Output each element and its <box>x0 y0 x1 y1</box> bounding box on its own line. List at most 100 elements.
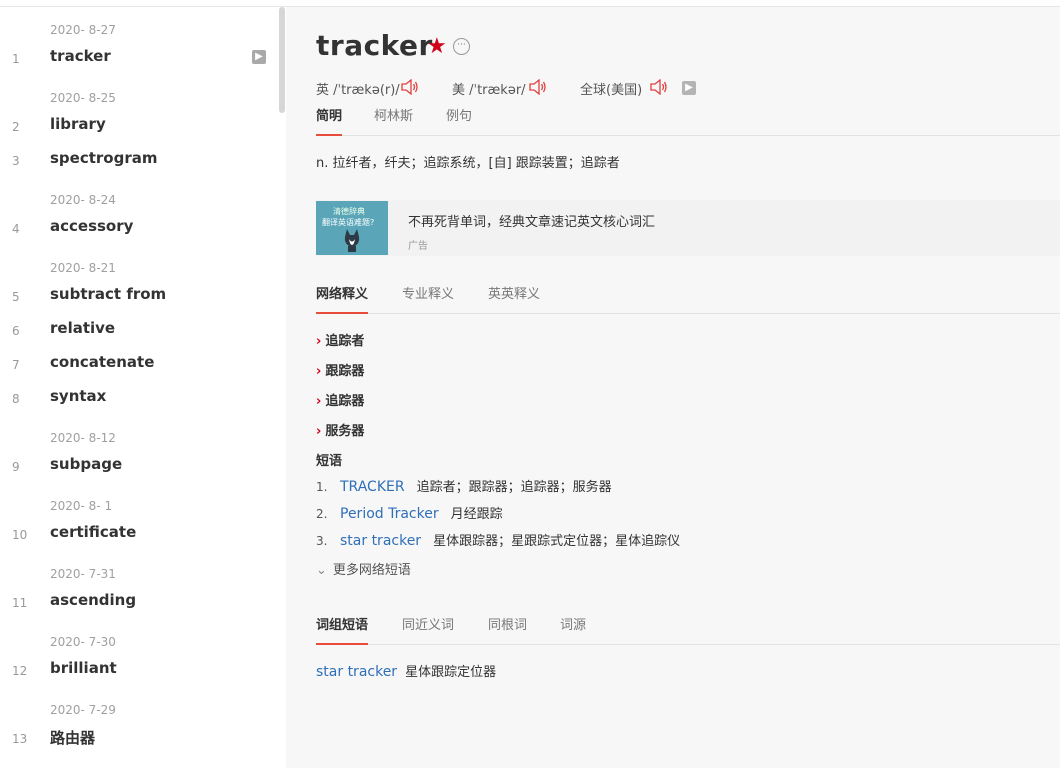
chevron-right-icon: › <box>316 394 322 409</box>
history-item-number: 8 <box>12 392 20 406</box>
history-item-number: 12 <box>12 664 28 678</box>
net-translation-text: 服务器 <box>325 424 365 439</box>
arrow-right-icon[interactable]: ▶ <box>252 50 266 64</box>
history-item[interactable]: 5 subtract from <box>0 283 278 311</box>
history-item-word: syntax <box>50 387 107 405</box>
tab-synonyms[interactable]: 同近义词 <box>402 614 454 643</box>
phrases-title: 短语 <box>316 454 343 469</box>
tab-collins[interactable]: 柯林斯 <box>374 105 413 134</box>
tab-cognates[interactable]: 同根词 <box>488 614 527 643</box>
phrase-group-link[interactable]: star tracker <box>316 664 397 680</box>
phrase-translation: 月经跟踪 <box>450 507 503 522</box>
speaker-icon[interactable] <box>529 79 547 95</box>
history-item-word: concatenate <box>50 353 155 371</box>
definition-text: n. 拉纤者，纤夫；追踪系统，[自] 跟踪装置；追踪者 <box>316 156 620 171</box>
phrase-number: 3. <box>316 534 328 548</box>
history-item-number: 6 <box>12 324 20 338</box>
history-date: 2020- 8-12 <box>50 431 116 445</box>
pronunciation-global: 全球(美国) <box>580 83 643 98</box>
history-item-number: 11 <box>12 596 28 610</box>
definition-tabs: 简明 柯林斯 例句 <box>316 105 1060 136</box>
phrase-item: 2. Period Tracker 月经跟踪 <box>316 503 503 522</box>
phrase-translation: 星体跟踪器；星跟踪式定位器；星体追踪仪 <box>433 534 681 549</box>
web-definition-tabs: 网络释义 专业释义 英英释义 <box>316 283 1060 314</box>
history-item[interactable]: 1 tracker ▶ <box>0 45 278 73</box>
history-item-number: 7 <box>12 358 20 372</box>
history-item-word: brilliant <box>50 659 117 677</box>
history-item-word: tracker <box>50 47 111 65</box>
pronunciation-us: 美 /ˈtrækər/ <box>452 83 526 98</box>
history-item-word: subtract from <box>50 285 167 303</box>
more-phrases-label: 更多网络短语 <box>332 563 411 578</box>
history-item[interactable]: 12 brilliant <box>0 657 278 685</box>
net-translation-item[interactable]: › 追踪者 <box>316 330 364 349</box>
history-item[interactable]: 2 library <box>0 113 278 141</box>
history-item-number: 13 <box>12 732 28 746</box>
net-translation-item[interactable]: › 追踪器 <box>316 390 364 409</box>
ad-tag: 广告 <box>408 241 428 252</box>
history-item[interactable]: 3 spectrogram <box>0 147 278 175</box>
phrase-number: 2. <box>316 507 328 521</box>
history-item-number: 5 <box>12 290 20 304</box>
history-item[interactable]: 7 concatenate <box>0 351 278 379</box>
net-translation-item[interactable]: › 服务器 <box>316 420 364 439</box>
net-translation-text: 追踪者 <box>325 334 365 349</box>
history-item-number: 4 <box>12 222 20 236</box>
net-translation-text: 跟踪器 <box>325 364 365 379</box>
speaker-icon[interactable] <box>650 79 668 95</box>
entry-panel: tracker ★ ··· 英 /ˈtrækə(r)/ 美 /ˈtrækər/ … <box>287 7 1060 768</box>
history-date: 2020- 7-30 <box>50 635 116 649</box>
ad-banner[interactable]: 清德辞典 翻译英语难题? 不再死背单词，经典文章速记英文核心词汇 广告 <box>316 200 1060 256</box>
history-item-word: relative <box>50 319 116 337</box>
history-date: 2020- 7-29 <box>50 703 116 717</box>
ad-text[interactable]: 不再死背单词，经典文章速记英文核心词汇 <box>408 211 655 230</box>
chevron-down-icon: ⌄ <box>316 563 327 578</box>
phrase-link[interactable]: TRACKER <box>340 479 405 495</box>
phrase-tabs: 词组短语 同近义词 同根词 词源 <box>316 614 1060 645</box>
more-options-icon[interactable]: ··· <box>453 38 470 55</box>
speaker-icon[interactable] <box>401 79 419 95</box>
phrase-item: 1. TRACKER 追踪者；跟踪器；追踪器；服务器 <box>316 476 612 495</box>
phrase-link[interactable]: Period Tracker <box>340 506 439 522</box>
history-date: 2020- 7-31 <box>50 567 116 581</box>
tab-concise[interactable]: 简明 <box>316 105 343 136</box>
history-item[interactable]: 10 certificate <box>0 521 278 549</box>
more-phrases-button[interactable]: ⌄ 更多网络短语 <box>316 559 411 578</box>
husky-icon <box>344 229 360 252</box>
tab-english-english[interactable]: 英英释义 <box>488 283 540 312</box>
history-item[interactable]: 11 ascending <box>0 589 278 617</box>
history-item-word: certificate <box>50 523 137 541</box>
history-date: 2020- 8-27 <box>50 23 116 37</box>
history-sidebar: 2020- 8-27 1 tracker ▶ 2020- 8-25 2 libr… <box>0 7 286 768</box>
chevron-right-icon: › <box>316 364 322 379</box>
history-item[interactable]: 9 subpage <box>0 453 278 481</box>
history-item[interactable]: 13 路由器 <box>0 725 278 753</box>
tab-web-definition[interactable]: 网络释义 <box>316 283 369 314</box>
arrow-right-icon[interactable]: ▶ <box>682 81 696 95</box>
phrase-translation: 追踪者；跟踪器；追踪器；服务器 <box>416 480 612 495</box>
tab-examples[interactable]: 例句 <box>446 105 472 134</box>
tab-professional[interactable]: 专业释义 <box>402 283 454 312</box>
history-item-word: 路由器 <box>50 729 96 747</box>
tab-etymology[interactable]: 词源 <box>560 614 586 643</box>
star-icon[interactable]: ★ <box>427 34 447 59</box>
ad-image[interactable]: 清德辞典 翻译英语难题? <box>316 201 388 255</box>
history-item[interactable]: 4 accessory <box>0 215 278 243</box>
history-item-number: 2 <box>12 120 20 134</box>
history-item-number: 1 <box>12 52 20 66</box>
phrase-group-translation: 星体跟踪定位器 <box>405 665 497 680</box>
history-date: 2020- 8- 1 <box>50 499 113 513</box>
net-translation-item[interactable]: › 跟踪器 <box>316 360 364 379</box>
history-date: 2020- 8-21 <box>50 261 116 275</box>
chevron-right-icon: › <box>316 334 322 349</box>
history-date: 2020- 8-24 <box>50 193 116 207</box>
phrase-link[interactable]: star tracker <box>340 533 421 549</box>
tab-phrase-groups[interactable]: 词组短语 <box>316 614 369 645</box>
entry-word: tracker <box>316 29 433 62</box>
history-item-word: spectrogram <box>50 149 158 167</box>
sidebar-scrollbar[interactable] <box>279 7 285 113</box>
history-item[interactable]: 8 syntax <box>0 385 278 413</box>
net-translation-text: 追踪器 <box>325 394 365 409</box>
history-item-number: 9 <box>12 460 20 474</box>
history-item[interactable]: 6 relative <box>0 317 278 345</box>
